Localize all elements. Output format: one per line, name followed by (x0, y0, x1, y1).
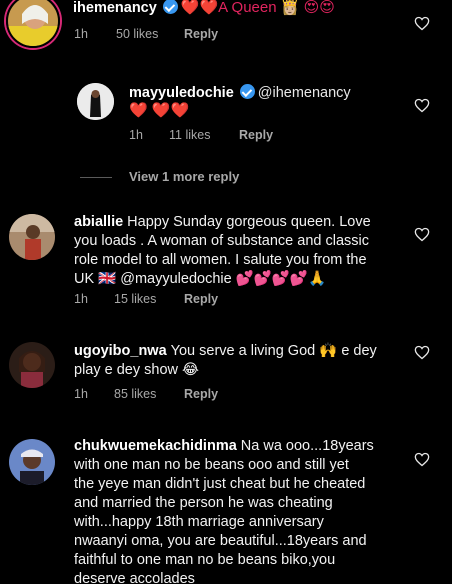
comment-text: ihemenancy ❤️❤️A Queen 👸🏼 😍😍 (73, 0, 393, 18)
comment-username[interactable]: ugoyibo_nwa (74, 343, 167, 359)
comment-body-line: with...happy 18th marriage anniversary (74, 514, 324, 530)
comment-body-line: Happy Sunday gorgeous queen. Love (127, 214, 371, 230)
comment-meta: 1h 11 likes Reply (129, 128, 273, 142)
verified-badge-icon (162, 0, 178, 14)
comment-meta: 1h 50 likes Reply (74, 27, 218, 41)
comment-likes[interactable]: 85 likes (114, 387, 184, 401)
comment-body-line: UK 🇬🇧 @mayyuledochie 💕💕💕💕🙏 (74, 271, 326, 287)
avatar-image (9, 342, 55, 388)
comment-username[interactable]: mayyuledochie (129, 85, 234, 101)
comment-body-line: and married the person he was cheating (74, 495, 333, 511)
reply-button[interactable]: Reply (184, 292, 218, 306)
comment-time: 1h (74, 387, 88, 401)
avatar-chukwuemekachidinma[interactable] (9, 439, 55, 485)
comment-username[interactable]: abiallie (74, 214, 123, 230)
comment-text: abiallie Happy Sunday gorgeous queen. Lov… (74, 213, 434, 289)
comment-text: ugoyibo_nwa You serve a living God 🙌 e de… (74, 342, 434, 380)
comment-likes[interactable]: 11 likes (169, 128, 239, 142)
comment-body-line: faithful to one man no be beans biko,you (74, 552, 336, 568)
comment-body-line: You serve a living God 🙌 e dey (170, 343, 377, 359)
like-heart-icon[interactable] (414, 452, 430, 467)
avatar-ugoyibo-nwa[interactable] (9, 342, 55, 388)
comment-time: 1h (74, 292, 88, 306)
comment-username[interactable]: ihemenancy (73, 0, 157, 16)
like-heart-icon[interactable] (414, 345, 430, 360)
comment-time: 1h (74, 27, 88, 41)
comment-body: ❤️ ❤️❤️ (129, 102, 190, 119)
like-heart-icon[interactable] (414, 227, 430, 242)
verified-badge-icon (239, 84, 255, 99)
avatar-image (8, 0, 58, 46)
avatar-image (9, 214, 55, 260)
comment-mention[interactable]: @ihemenancy (258, 85, 351, 101)
view-replies-line (80, 177, 112, 178)
comment-username[interactable]: chukwuemekachidinma (74, 438, 237, 454)
comment-body-line: the yeye man didn't just cheat but he ch… (74, 476, 366, 492)
avatar-ihemenancy[interactable] (6, 0, 60, 48)
reply-button[interactable]: Reply (184, 387, 218, 401)
reply-button[interactable]: Reply (184, 27, 218, 41)
comment-meta: 1h 85 likes Reply (74, 387, 218, 401)
avatar-mayyuledochie[interactable] (77, 83, 114, 120)
comment-body-line: role model to all women. I salute you fr… (74, 252, 367, 268)
like-heart-icon[interactable] (414, 16, 430, 31)
comment-body: ❤️❤️A Queen 👸🏼 😍😍 (180, 0, 335, 16)
like-heart-icon[interactable] (414, 98, 430, 113)
comment-text: chukwuemekachidinma Na wa ooo...18years w… (74, 437, 444, 584)
comment-likes[interactable]: 15 likes (114, 292, 184, 306)
view-more-replies-button[interactable]: View 1 more reply (129, 169, 239, 184)
comment-body-line: with one man no be beans ooo and still y… (74, 457, 349, 473)
comment-body-line: Na wa ooo...18years (240, 438, 374, 454)
reply-button[interactable]: Reply (239, 128, 273, 142)
avatar-image (77, 83, 114, 120)
comment-meta: 1h 15 likes Reply (74, 292, 218, 306)
comment-body-line: nwaanyi oma, you are beautiful...18years… (74, 533, 367, 549)
comment-body-line: deserve accolades (74, 571, 195, 584)
comment-likes[interactable]: 50 likes (116, 27, 184, 41)
comment-time: 1h (129, 128, 143, 142)
avatar-image (9, 439, 55, 485)
comment-body-line: play e dey show 😂 (74, 362, 199, 378)
avatar-abiallie[interactable] (9, 214, 55, 260)
comment-body-line: you loads . A woman of substance and cla… (74, 233, 370, 249)
